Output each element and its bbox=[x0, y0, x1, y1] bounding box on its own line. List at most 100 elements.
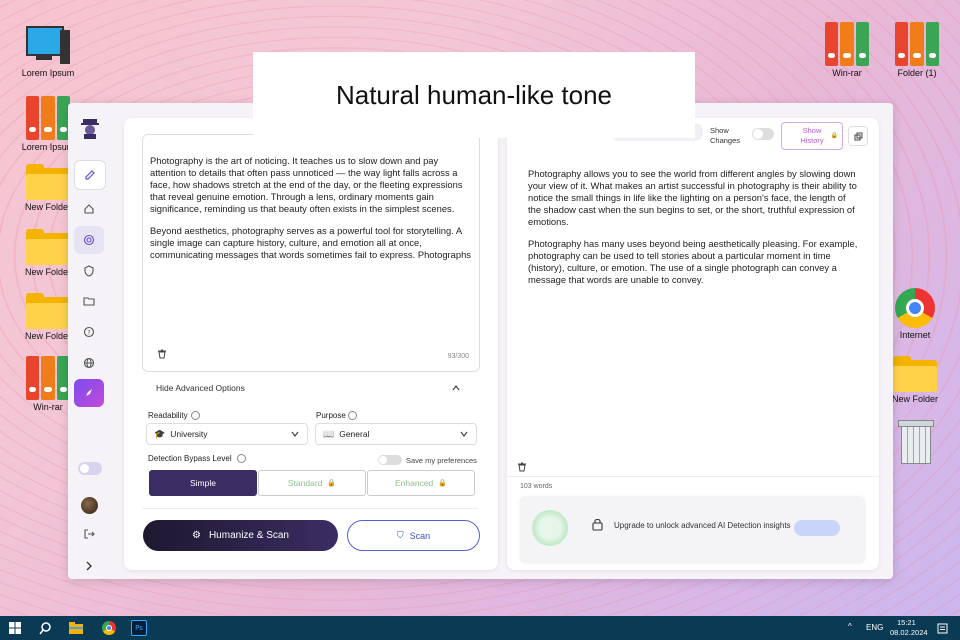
show-changes-label: Show Changes bbox=[710, 126, 741, 145]
fingerprint-icon bbox=[83, 234, 95, 246]
scan-button[interactable]: ⛉ Scan bbox=[347, 520, 480, 551]
photoshop-icon: Ps bbox=[131, 620, 147, 636]
expand-sidebar-button[interactable] bbox=[74, 552, 104, 580]
advanced-options-toggle[interactable]: Hide Advanced Options bbox=[142, 380, 478, 396]
upgrade-card[interactable]: Upgrade to unlock advanced AI Detection … bbox=[520, 496, 865, 562]
sidebar-help-button[interactable]: ? bbox=[74, 318, 104, 346]
readability-select[interactable]: 🎓 University bbox=[146, 423, 308, 445]
copy-button[interactable] bbox=[848, 126, 868, 146]
info-icon bbox=[348, 411, 357, 420]
svg-text:?: ? bbox=[87, 330, 90, 337]
output-paragraph: Photography allows you to see the world … bbox=[528, 168, 857, 227]
theme-toggle[interactable] bbox=[78, 462, 102, 475]
windows-start-button[interactable] bbox=[7, 620, 23, 636]
folder-outline-icon bbox=[83, 297, 95, 306]
clock-date[interactable]: 08.02.2024 bbox=[890, 628, 928, 637]
input-panel: Photography is the art of noticing. It t… bbox=[124, 118, 498, 570]
rocket-icon bbox=[86, 389, 92, 396]
info-icon bbox=[191, 411, 200, 420]
output-text: Photography allows you to see the world … bbox=[528, 168, 858, 296]
folder-icon bbox=[893, 356, 937, 392]
level-simple-button[interactable]: Simple bbox=[149, 470, 257, 496]
show-changes-toggle[interactable] bbox=[752, 128, 774, 140]
notifications-button[interactable] bbox=[934, 620, 950, 636]
file-explorer-icon bbox=[69, 622, 83, 634]
folder-icon bbox=[26, 164, 70, 200]
logout-button[interactable] bbox=[74, 520, 104, 548]
output-paragraph: Photography has many uses beyond being a… bbox=[528, 238, 858, 285]
chrome-icon bbox=[895, 288, 935, 328]
trash-can-icon bbox=[518, 462, 526, 472]
graduation-cap-icon: 🎓 bbox=[154, 428, 166, 439]
chevron-down-icon bbox=[291, 431, 299, 437]
humanize-scan-button[interactable]: ⚙ Humanize & Scan bbox=[143, 520, 338, 551]
chevron-down-icon bbox=[460, 431, 468, 437]
app-window: ? Photography is the art of noticing. It… bbox=[68, 103, 893, 579]
chevron-right-icon bbox=[86, 561, 92, 571]
show-history-button[interactable]: Show History 🔒 bbox=[781, 122, 843, 150]
purpose-select[interactable]: 📖 General bbox=[315, 423, 477, 445]
folder-icon bbox=[26, 229, 70, 265]
sidebar-folder-button[interactable] bbox=[74, 287, 104, 315]
sidebar-edit-button[interactable] bbox=[74, 160, 106, 190]
search-icon bbox=[38, 621, 51, 634]
clear-input-button[interactable] bbox=[157, 349, 167, 359]
input-textarea[interactable]: Photography is the art of noticing. It t… bbox=[142, 134, 480, 372]
search-button[interactable] bbox=[37, 620, 53, 636]
chrome-taskbar-button[interactable] bbox=[101, 620, 117, 636]
trash-icon bbox=[898, 420, 934, 464]
desktop-icon-computer[interactable]: Lorem Ipsum bbox=[13, 26, 83, 78]
clear-output-button[interactable] bbox=[517, 459, 527, 472]
sidebar-home-button[interactable] bbox=[74, 195, 104, 223]
taskbar: Ps ^ ENG 15:21 08.02.2024 bbox=[0, 616, 960, 640]
notification-icon bbox=[937, 623, 947, 633]
output-panel: Show Changes Show History 🔒 Photography … bbox=[507, 118, 879, 570]
level-enhanced-button[interactable]: Enhanced 🔒 bbox=[367, 470, 475, 496]
blurred-pill bbox=[794, 520, 840, 536]
output-word-count: 103 words bbox=[520, 483, 553, 490]
upgrade-text: Upgrade to unlock advanced AI Detection … bbox=[614, 521, 791, 530]
shield-icon bbox=[84, 265, 94, 277]
sidebar-shield-button[interactable] bbox=[74, 257, 104, 285]
sparkle-icon: ⚙ bbox=[191, 530, 201, 541]
copy-icon bbox=[854, 132, 862, 140]
level-standard-button[interactable]: Standard 🔒 bbox=[258, 470, 366, 496]
sun-icon bbox=[80, 464, 89, 473]
readability-label: Readability bbox=[148, 411, 188, 420]
shield-icon: ⛉ bbox=[396, 530, 404, 540]
sidebar: ? bbox=[68, 103, 110, 579]
sidebar-globe-button[interactable] bbox=[74, 349, 104, 377]
input-paragraph: Photography is the art of noticing. It t… bbox=[150, 155, 463, 214]
book-icon: 📖 bbox=[323, 428, 335, 439]
divider bbox=[142, 508, 478, 509]
desktop-icon-winrar-right[interactable]: Win-rar bbox=[812, 22, 882, 78]
desktop-icon-folder-right[interactable]: Folder (1) bbox=[882, 22, 952, 78]
lock-icon: 🔒 bbox=[438, 480, 447, 487]
save-preferences-toggle[interactable] bbox=[378, 455, 402, 465]
language-indicator[interactable]: ENG bbox=[866, 623, 883, 632]
home-icon bbox=[84, 204, 94, 214]
lock-icon: 🔒 bbox=[327, 480, 337, 487]
input-word-count: 93/300 bbox=[447, 353, 469, 360]
windows-icon bbox=[9, 622, 21, 634]
sidebar-detector-button[interactable] bbox=[74, 226, 104, 254]
save-preferences-label: Save my preferences bbox=[406, 456, 477, 465]
chevron-up-icon bbox=[452, 385, 460, 391]
winrar-icon bbox=[825, 22, 869, 66]
lock-icon bbox=[592, 518, 603, 531]
winrar-icon bbox=[26, 356, 70, 400]
help-icon: ? bbox=[83, 326, 95, 338]
photoshop-taskbar-button[interactable]: Ps bbox=[131, 620, 147, 636]
sidebar-upgrade-button[interactable] bbox=[74, 379, 104, 407]
app-logo-icon bbox=[80, 117, 100, 139]
purpose-label: Purpose bbox=[316, 411, 346, 420]
chevron-up-icon[interactable]: ^ bbox=[848, 622, 852, 631]
binders-icon bbox=[26, 96, 70, 140]
clock-time[interactable]: 15:21 bbox=[897, 618, 916, 627]
computer-icon bbox=[26, 26, 70, 66]
file-explorer-button[interactable] bbox=[68, 620, 84, 636]
trash-can-icon bbox=[158, 349, 166, 359]
avatar[interactable] bbox=[81, 497, 98, 514]
logout-icon bbox=[84, 529, 95, 539]
blurred-score-icon bbox=[532, 510, 568, 546]
